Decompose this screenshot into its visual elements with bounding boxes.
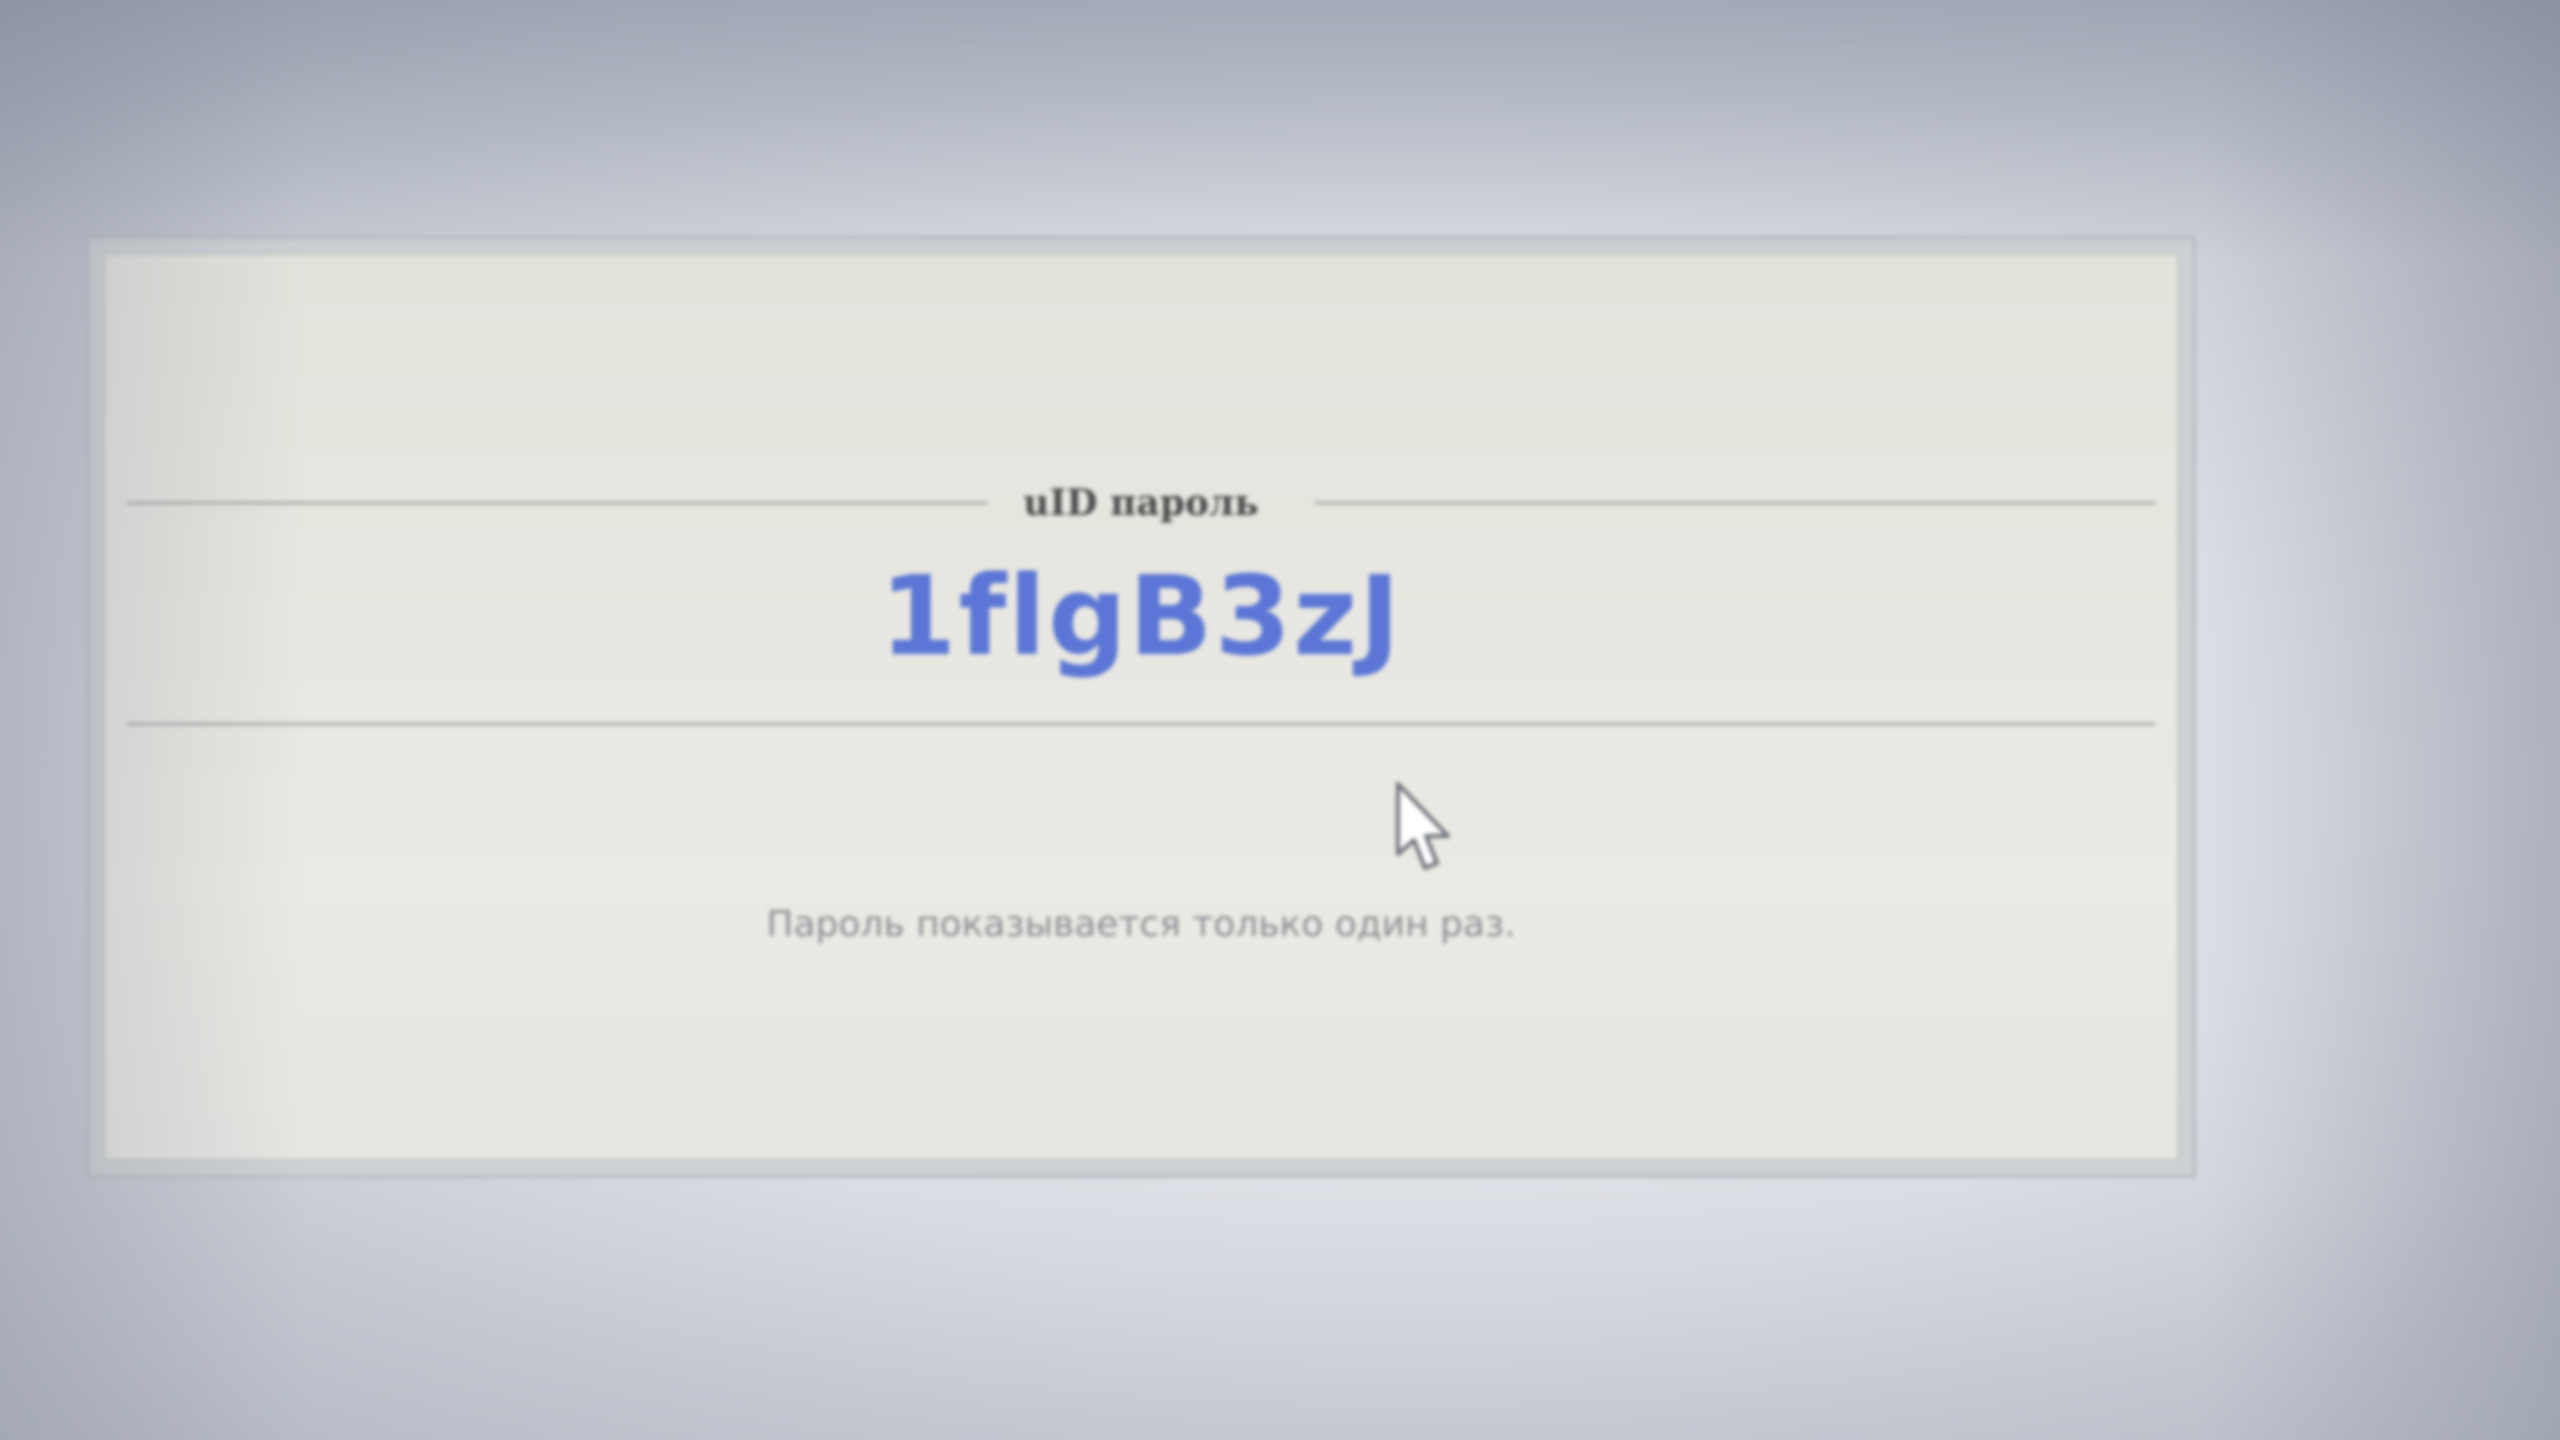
fieldset-legend-row: uID пароль [127,483,2155,523]
generated-password: 1flgB3zJ [879,552,1403,680]
password-panel-inner: uID пароль 1flgB3zJ Пароль показывается … [103,253,2179,1161]
password-panel: uID пароль 1flgB3zJ Пароль показывается … [86,236,2196,1178]
one-time-notice: Пароль показывается только один раз. [766,904,1516,945]
screen: uID пароль 1flgB3zJ Пароль показывается … [0,0,2560,1440]
fieldset-bottom-rule [127,723,2155,725]
arrow-pointer-icon [1396,782,1450,870]
legend-rule-right [1315,502,2155,504]
